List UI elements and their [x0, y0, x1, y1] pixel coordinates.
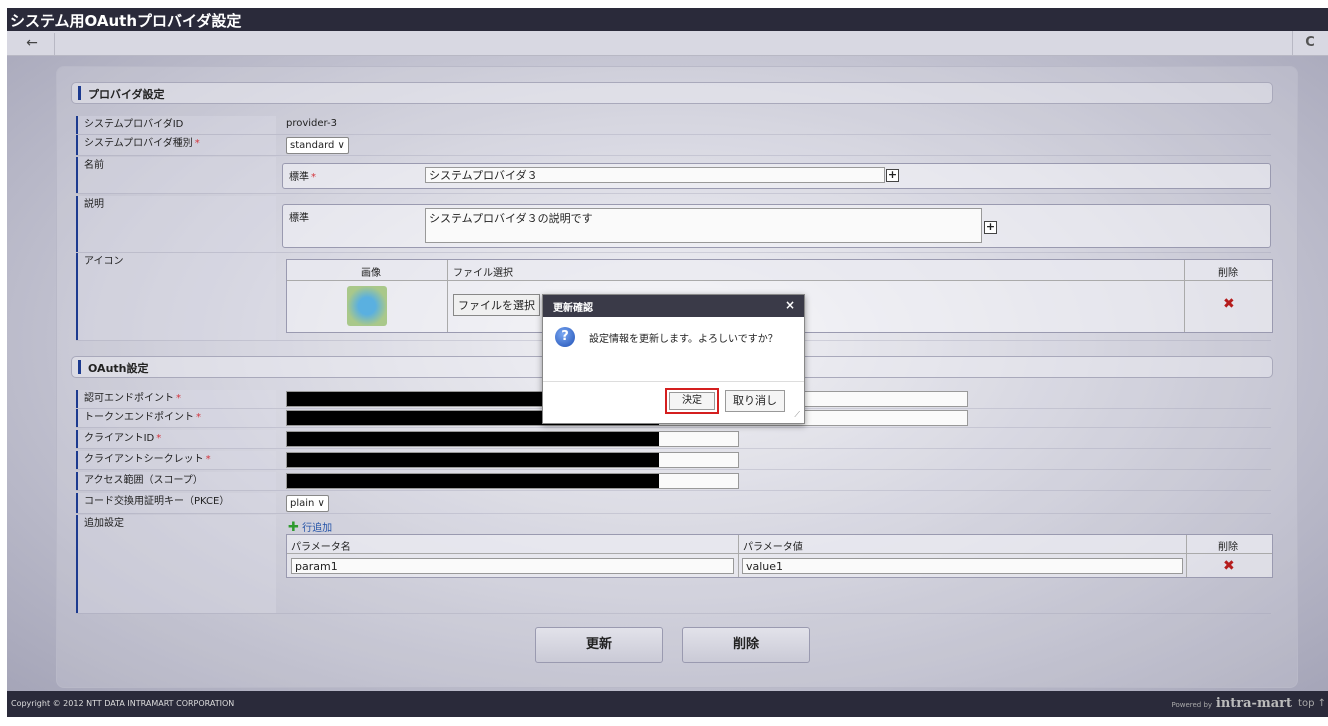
reload-icon[interactable]: C	[1292, 31, 1320, 55]
param-name-input[interactable]: param1	[291, 558, 734, 574]
provider-id-row: システムプロバイダID provider-3	[76, 116, 1271, 135]
add-locale-icon[interactable]: +	[984, 221, 997, 234]
description-box: 標準 システムプロバイダ３の説明です +	[282, 204, 1271, 248]
redacted-value	[287, 453, 659, 467]
name-row: 名前 標準 * システムプロバイダ３ +	[76, 157, 1271, 194]
extra-settings-row: 追加設定 ✚ 行追加 パラメータ名 パラメータ値 削除 param1 value…	[76, 515, 1273, 614]
provider-type-label: システムプロバイダ種別 *	[76, 135, 276, 155]
param-value-input[interactable]: value1	[742, 558, 1183, 574]
auth-endpoint-label: 認可エンドポイント *	[76, 390, 276, 408]
scope-row: アクセス範囲（スコープ）	[76, 472, 1271, 491]
add-row-link[interactable]: ✚ 行追加	[288, 519, 332, 535]
provider-section-heading: プロバイダ設定	[71, 82, 1273, 104]
dialog-message: 設定情報を更新します。よろしいですか？	[589, 334, 778, 345]
provider-id-label: システムプロバイダID	[76, 116, 276, 134]
icon-label: アイコン	[76, 253, 276, 340]
col-image-header: 画像	[361, 268, 381, 279]
pkce-select[interactable]: plain ∨	[286, 495, 329, 512]
plus-icon: ✚	[288, 520, 299, 535]
name-box: 標準 * システムプロバイダ３ +	[282, 163, 1271, 189]
update-confirm-dialog: 更新確認 × ? 設定情報を更新します。よろしいですか？ 決定 取り消し ⟋	[542, 294, 805, 424]
param-table: パラメータ名 パラメータ値 削除 param1 value1 ✖	[286, 534, 1273, 578]
dialog-header: 更新確認 ×	[543, 295, 804, 317]
dialog-title: 更新確認	[553, 303, 593, 314]
name-input[interactable]: システムプロバイダ３	[425, 167, 885, 183]
delete-row-icon[interactable]: ✖	[1223, 558, 1235, 574]
resize-grip-icon[interactable]: ⟋	[794, 410, 800, 420]
ok-button-label: 決定	[669, 392, 715, 410]
pkce-row: コード交換用証明キー（PKCE） plain ∨	[76, 493, 1271, 514]
provider-type-row: システムプロバイダ種別 * standard ∨	[76, 135, 1271, 156]
provider-section-title: プロバイダ設定	[88, 88, 165, 101]
scope-label: アクセス範囲（スコープ）	[76, 472, 276, 490]
add-locale-icon[interactable]: +	[886, 169, 899, 182]
col-delete-header: 削除	[1218, 268, 1238, 279]
description-label: 説明	[76, 196, 276, 252]
client-id-label: クライアントID *	[76, 430, 276, 448]
redacted-value	[287, 432, 659, 446]
oauth-section-title: OAuth設定	[88, 362, 149, 375]
footer: Copyright © 2012 NTT DATA INTRAMART CORP…	[7, 691, 1328, 717]
col-delete-header: 削除	[1218, 542, 1238, 553]
name-locale-label: 標準 *	[289, 172, 316, 183]
extra-settings-label: 追加設定	[76, 515, 276, 613]
description-row: 説明 標準 システムプロバイダ３の説明です +	[76, 196, 1271, 253]
provider-id-value: provider-3	[286, 118, 337, 129]
col-param-value-header: パラメータ値	[743, 542, 803, 553]
col-file-header: ファイル選択	[453, 268, 513, 279]
cancel-button[interactable]: 取り消し	[725, 390, 785, 412]
question-icon: ?	[555, 327, 575, 347]
client-secret-label: クライアントシークレット *	[76, 451, 276, 469]
client-secret-row: クライアントシークレット *	[76, 451, 1271, 470]
ok-button[interactable]: 決定	[665, 388, 719, 414]
pkce-label: コード交換用証明キー（PKCE）	[76, 493, 276, 513]
provider-type-select[interactable]: standard ∨	[286, 137, 349, 154]
update-button[interactable]: 更新	[535, 627, 663, 663]
intramart-logo: Powered by intra-mart	[1171, 696, 1292, 711]
window-titlebar: システム用OAuthプロバイダ設定	[7, 8, 1328, 31]
provider-image	[347, 286, 387, 326]
col-param-name-header: パラメータ名	[291, 542, 351, 553]
copyright: Copyright © 2012 NTT DATA INTRAMART CORP…	[11, 699, 235, 708]
page-title: システム用OAuthプロバイダ設定	[10, 12, 242, 30]
delete-icon[interactable]: ✖	[1223, 296, 1235, 312]
back-icon[interactable]: ←	[17, 33, 55, 57]
redacted-value	[287, 474, 659, 488]
client-id-row: クライアントID *	[76, 430, 1271, 449]
token-endpoint-label: トークンエンドポイント *	[76, 409, 276, 427]
top-link[interactable]: top ↑	[1298, 698, 1326, 709]
description-locale-label: 標準	[289, 213, 309, 224]
close-icon[interactable]: ×	[785, 298, 795, 312]
delete-button[interactable]: 削除	[682, 627, 810, 663]
file-select-button[interactable]: ファイルを選択	[453, 294, 540, 316]
name-label: 名前	[76, 157, 276, 193]
description-textarea[interactable]: システムプロバイダ３の説明です	[425, 208, 982, 243]
toolbar: ← C	[7, 31, 1328, 57]
